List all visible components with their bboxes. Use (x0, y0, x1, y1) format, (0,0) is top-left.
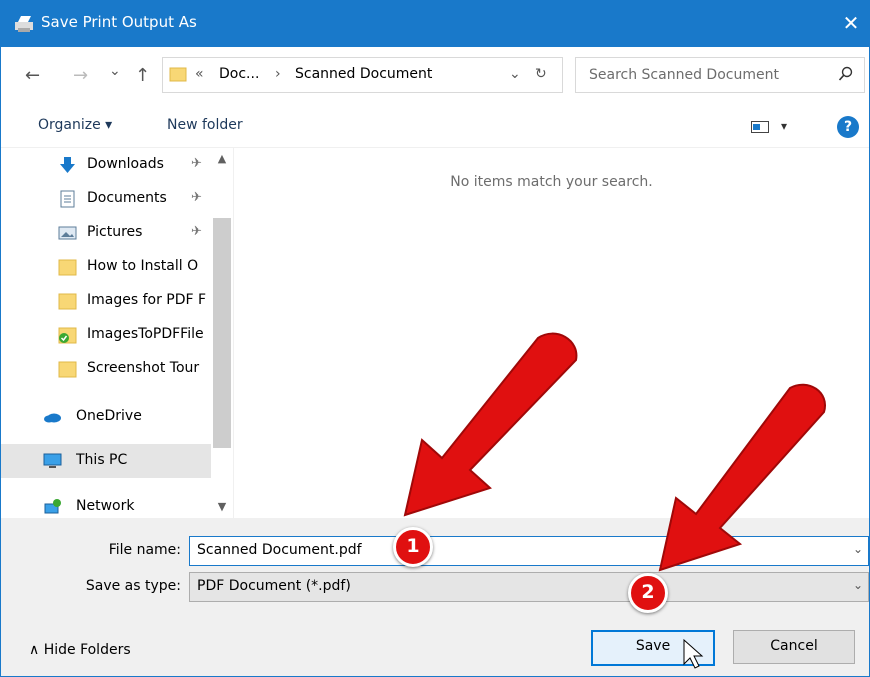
synced-folder-icon (58, 327, 77, 344)
organize-button[interactable]: Organize ▾ (38, 117, 112, 133)
address-dropdown-button[interactable]: ⌄ (509, 66, 521, 82)
window-title: Save Print Output As (41, 13, 197, 31)
breadcrumb-overflow[interactable]: « (195, 66, 204, 82)
save-type-select[interactable]: PDF Document (*.pdf) ⌄ (189, 572, 869, 602)
nav-scrollbar[interactable]: ▲ ▼ (211, 148, 233, 518)
nav-item-folder[interactable]: Screenshot Tour (1, 352, 211, 386)
folder-icon (58, 259, 77, 276)
pin-icon: ✈ (191, 156, 202, 171)
refresh-button[interactable]: ↻ (535, 66, 547, 82)
folder-icon (58, 293, 77, 310)
nav-label: ImagesToPDFFile (87, 326, 204, 342)
pictures-icon (58, 226, 77, 240)
breadcrumb-scanned-document[interactable]: Scanned Document (295, 66, 432, 82)
nav-item-folder[interactable]: Images for PDF F (1, 284, 211, 318)
nav-label: This PC (76, 452, 128, 468)
close-button[interactable]: ✕ (833, 1, 869, 47)
save-dialog: Save Print Output As ✕ ← → ⌄ ↑ « Doc... … (0, 0, 870, 677)
nav-label: Network (76, 498, 135, 514)
save-button[interactable]: Save (591, 630, 715, 666)
nav-label: Images for PDF F (87, 292, 207, 308)
scrollbar-thumb[interactable] (213, 218, 231, 448)
search-icon (838, 66, 853, 81)
up-button[interactable]: ↑ (135, 65, 150, 86)
pin-icon: ✈ (191, 224, 202, 239)
toolbar: Organize ▾ New folder ▾ ? (1, 107, 869, 148)
navigation-pane: Downloads ✈ Documents ✈ Pictures ✈ How t… (1, 148, 233, 518)
folder-icon (58, 361, 77, 378)
nav-label: How to Install O (87, 258, 199, 274)
file-list[interactable]: No items match your search. (234, 148, 869, 518)
step-badge-2: 2 (628, 573, 668, 613)
step-badge-1: 1 (393, 527, 433, 567)
file-name-value: Scanned Document.pdf (197, 542, 362, 558)
nav-item-folder[interactable]: ImagesToPDFFile (1, 318, 211, 352)
printer-icon (15, 16, 33, 32)
title-bar: Save Print Output As ✕ (1, 1, 869, 47)
network-icon (44, 499, 61, 514)
forward-button[interactable]: → (73, 65, 88, 86)
save-type-label: Save as type: (85, 578, 181, 594)
nav-item-onedrive[interactable]: OneDrive (1, 400, 211, 434)
scroll-up-button[interactable]: ▲ (215, 152, 229, 165)
address-bar: ← → ⌄ ↑ « Doc... › Scanned Document ⌄ ↻ … (1, 47, 869, 107)
cancel-button[interactable]: Cancel (733, 630, 855, 664)
file-name-field[interactable]: Scanned Document.pdf ⌄ (189, 536, 869, 566)
back-button[interactable]: ← (25, 65, 40, 86)
nav-item-this-pc[interactable]: This PC (1, 444, 211, 478)
nav-item-folder[interactable]: How to Install O (1, 250, 211, 284)
nav-item-pictures[interactable]: Pictures ✈ (1, 216, 211, 250)
view-options-icon[interactable] (751, 121, 769, 133)
hide-folders-button[interactable]: ∧ Hide Folders (29, 642, 131, 658)
nav-item-downloads[interactable]: Downloads ✈ (1, 148, 211, 182)
view-dropdown-button[interactable]: ▾ (781, 119, 787, 133)
address-box[interactable]: « Doc... › Scanned Document ⌄ ↻ (162, 57, 563, 93)
empty-message: No items match your search. (450, 174, 653, 190)
help-icon[interactable]: ? (837, 116, 859, 138)
save-type-dropdown[interactable]: ⌄ (853, 578, 863, 592)
save-type-value: PDF Document (*.pdf) (197, 578, 351, 594)
recent-locations-button[interactable]: ⌄ (109, 63, 121, 79)
breadcrumb-documents[interactable]: Doc... (219, 66, 259, 82)
new-folder-button[interactable]: New folder (167, 117, 243, 133)
onedrive-icon (44, 413, 61, 423)
search-input[interactable]: Search Scanned Document (575, 57, 865, 93)
this-pc-icon (43, 453, 62, 468)
folder-icon (169, 67, 187, 82)
breadcrumb-separator: › (275, 66, 281, 82)
file-name-label: File name: (108, 542, 181, 558)
downloads-icon (60, 157, 75, 173)
nav-label: Screenshot Tour (87, 360, 200, 376)
scroll-down-button[interactable]: ▼ (215, 500, 229, 513)
file-name-dropdown[interactable]: ⌄ (853, 542, 863, 556)
nav-item-documents[interactable]: Documents ✈ (1, 182, 211, 216)
search-placeholder: Search Scanned Document (589, 67, 779, 83)
nav-label: OneDrive (76, 408, 142, 424)
pin-icon: ✈ (191, 190, 202, 205)
save-form: File name: Scanned Document.pdf ⌄ Save a… (1, 518, 869, 676)
documents-icon (60, 190, 75, 208)
